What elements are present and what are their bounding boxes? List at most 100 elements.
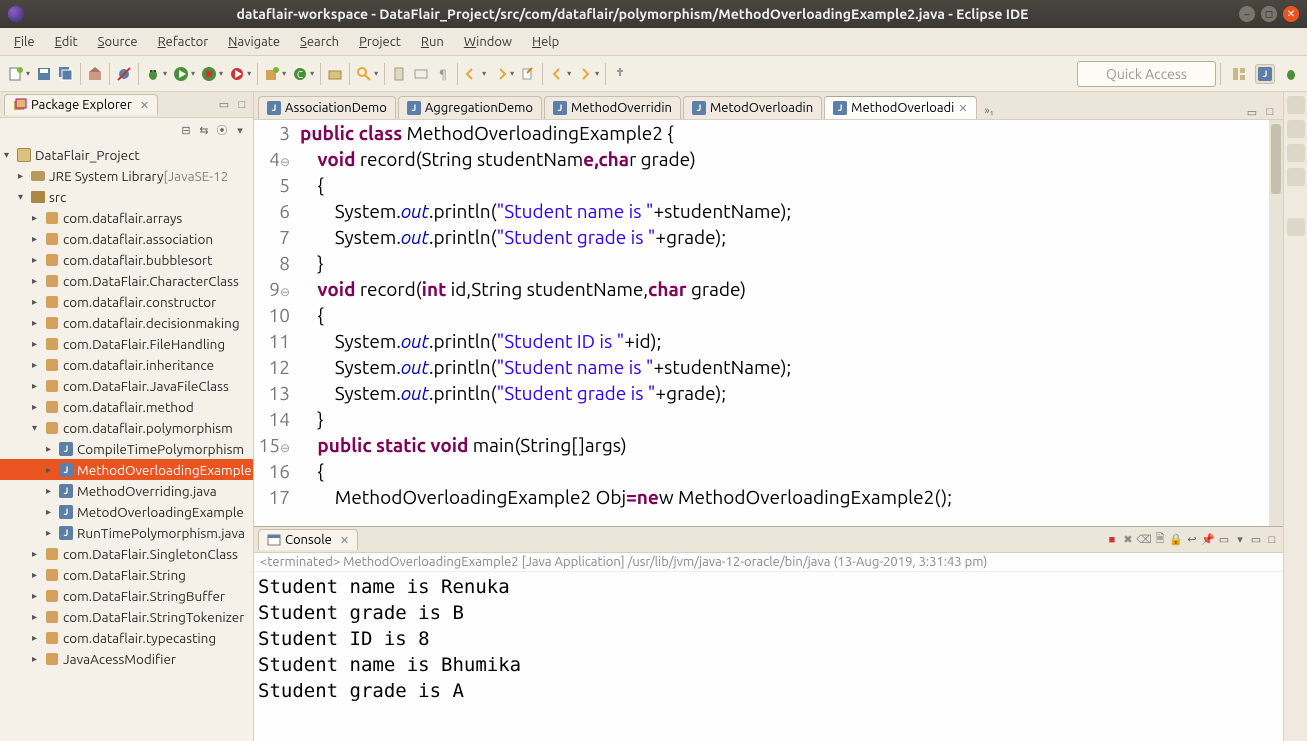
tree-row[interactable]: ▸com.DataFlair.FileHandling [0,333,253,354]
tab-overflow-button[interactable]: »₁ [979,103,1000,119]
collapse-all-icon[interactable]: ⊟ [179,123,193,137]
dropdown-icon[interactable]: ▾ [310,69,314,78]
dropdown-icon[interactable]: ▾ [510,69,514,78]
new-class-button[interactable]: C [290,64,310,84]
tree-row[interactable]: ▸com.dataflair.inheritance [0,354,253,375]
toggle-mark-button[interactable] [389,64,409,84]
editor-tab[interactable]: JMethodOverloadi✕ [824,96,976,119]
dropdown-icon[interactable]: ▾ [567,69,571,78]
menu-refactor[interactable]: Refactor [150,31,217,53]
menu-run[interactable]: Run [413,31,452,53]
tree-row[interactable]: ▸com.DataFlair.CharacterClass [0,270,253,291]
tree-row[interactable]: ▸com.dataflair.association [0,228,253,249]
skip-breakpoints-button[interactable] [114,64,134,84]
forward-button[interactable] [575,64,595,84]
menu-file[interactable]: File [6,31,43,53]
display-console-icon[interactable]: ▭ [1217,533,1231,547]
minimized-view-icon[interactable] [1287,218,1305,236]
toggle-whitespace-button[interactable]: ¶ [433,64,453,84]
open-console-icon[interactable]: ▾ [1233,533,1247,547]
tree-row[interactable]: ▸com.DataFlair.JavaFileClass [0,375,253,396]
link-editor-icon[interactable]: ⇆ [197,123,211,137]
dropdown-icon[interactable]: ▾ [247,69,251,78]
remove-all-icon[interactable]: ⌫ [1137,533,1151,547]
task-list-icon[interactable] [1287,96,1305,114]
new-package-button[interactable] [262,64,282,84]
tree-row[interactable]: ▸JRE System Library [JavaSE-12 [0,165,253,186]
toggle-block-button[interactable] [411,64,431,84]
window-maximize-button[interactable]: ◻ [1261,6,1277,22]
terminate-icon[interactable]: ■ [1105,533,1119,547]
save-button[interactable] [34,64,54,84]
java-perspective-button[interactable]: J [1255,64,1275,84]
close-icon[interactable]: ✕ [958,102,967,115]
tree-row[interactable]: ▸com.dataflair.bubblesort [0,249,253,270]
tree-row[interactable]: ▾src [0,186,253,207]
dropdown-icon[interactable]: ▾ [163,69,167,78]
package-tree[interactable]: ▾DataFlair_Project▸JRE System Library [J… [0,142,253,741]
tree-row[interactable]: ▸JCompileTimePolymorphism [0,438,253,459]
maximize-view-icon[interactable]: □ [235,98,249,112]
menu-navigate[interactable]: Navigate [220,31,288,53]
scrollbar-thumb[interactable] [1271,124,1281,194]
problems-icon[interactable] [1287,168,1305,186]
editor-tab[interactable]: JMetodOverloadin [683,96,822,119]
menu-project[interactable]: Project [351,31,409,53]
quick-access-input[interactable]: Quick Access [1077,61,1216,87]
tree-row[interactable]: ▸com.dataflair.method [0,396,253,417]
annotation-prev-button[interactable] [462,64,482,84]
tree-row[interactable]: ▾DataFlair_Project [0,144,253,165]
minimize-view-icon[interactable]: ▭ [1245,105,1259,119]
dropdown-icon[interactable]: ▾ [595,69,599,78]
menu-source[interactable]: Source [90,31,146,53]
editor-tab[interactable]: JMethodOverridin [544,96,681,119]
open-type-button[interactable] [325,64,345,84]
dropdown-icon[interactable]: ▾ [191,69,195,78]
window-close-button[interactable]: ✕ [1283,6,1299,22]
outline-icon[interactable] [1287,120,1305,138]
tree-row[interactable]: ▸com.dataflair.decisionmaking [0,312,253,333]
console-output[interactable]: Student name is Renuka Student grade is … [254,572,1283,741]
debug-perspective-button[interactable] [1281,64,1301,84]
tree-row[interactable]: ▸com.dataflair.typecasting [0,627,253,648]
maximize-view-icon[interactable]: □ [1265,533,1279,547]
new-button[interactable] [6,64,26,84]
maximize-view-icon[interactable]: □ [1263,105,1277,119]
editor-tab[interactable]: JAssociationDemo [258,96,396,119]
dropdown-icon[interactable]: ▾ [219,69,223,78]
annotation-next-button[interactable] [490,64,510,84]
menu-window[interactable]: Window [456,31,520,53]
tree-row[interactable]: ▸JavaAcessModifier [0,648,253,669]
minimize-view-icon[interactable]: ▭ [1249,533,1263,547]
code-editor[interactable]: 34⊖56789⊖101112131415⊖1617 public class … [254,120,1283,526]
pin-console-icon[interactable]: 📌 [1201,533,1215,547]
window-minimize-button[interactable]: – [1239,6,1255,22]
clear-console-icon[interactable]: 🗎 [1153,533,1167,547]
tree-row[interactable]: ▸com.DataFlair.StringTokenizer [0,606,253,627]
code-area[interactable]: public class MethodOverloadingExample2 {… [300,120,1283,526]
remove-launch-icon[interactable]: ✖ [1121,533,1135,547]
dropdown-icon[interactable]: ▾ [374,69,378,78]
dropdown-icon[interactable]: ▾ [482,69,486,78]
tree-row[interactable]: ▸com.DataFlair.StringBuffer [0,585,253,606]
coverage-button[interactable] [199,64,219,84]
word-wrap-icon[interactable]: ↩ [1185,533,1199,547]
tree-row[interactable]: ▸com.dataflair.arrays [0,207,253,228]
editor-tab[interactable]: JAggregationDemo [398,96,542,119]
menu-search[interactable]: Search [292,31,347,53]
scroll-lock-icon[interactable]: 🔒 [1169,533,1183,547]
pin-button[interactable] [610,64,630,84]
tree-row[interactable]: ▸com.DataFlair.String [0,564,253,585]
vertical-scrollbar[interactable] [1269,120,1283,526]
run-button[interactable] [171,64,191,84]
build-button[interactable] [85,64,105,84]
close-icon[interactable]: ✕ [140,99,149,112]
tree-row[interactable]: ▸JMetodOverloadingExample [0,501,253,522]
tree-row[interactable]: ▸JMethodOverriding.java [0,480,253,501]
open-perspective-button[interactable] [1229,64,1249,84]
tree-row[interactable]: ▾com.dataflair.polymorphism [0,417,253,438]
package-explorer-tab[interactable]: Package Explorer ✕ [4,94,158,115]
save-all-button[interactable] [56,64,76,84]
run-last-button[interactable] [227,64,247,84]
tree-row[interactable]: ▸JMethodOverloadingExample [0,459,253,480]
